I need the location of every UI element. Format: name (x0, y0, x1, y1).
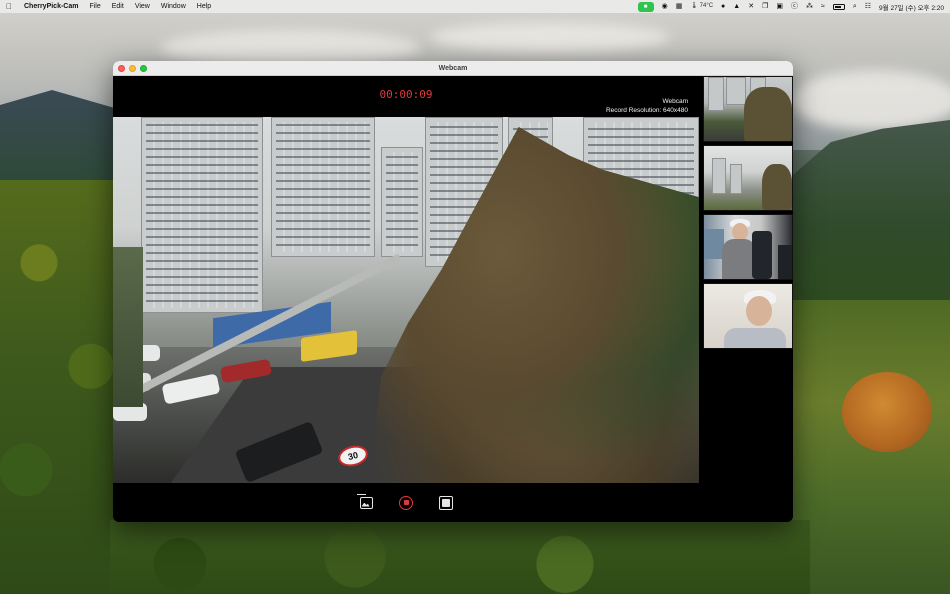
apple-menu-icon[interactable]:  (6, 2, 15, 11)
temperature-readout[interactable]: 🌡 74°C (690, 2, 713, 11)
thumb-building (712, 158, 726, 194)
cloud (790, 70, 950, 130)
title-bar[interactable]: Webcam (113, 61, 793, 76)
forest (110, 520, 810, 594)
webcam-window: Webcam 00:00:09 Webcam Record Resolution… (113, 61, 793, 522)
menu-help[interactable]: Help (197, 3, 211, 10)
grid-app-icon[interactable]: ▦ (676, 2, 683, 11)
thumb-tree (744, 87, 792, 141)
recording-timer: 00:00:09 (379, 88, 433, 101)
menu-window[interactable]: Window (161, 3, 186, 10)
close-button[interactable] (118, 65, 125, 72)
window-title: Webcam (438, 64, 468, 72)
vpn-icon[interactable]: ◉ (662, 2, 668, 11)
recording-controls (113, 483, 699, 522)
menu-edit[interactable]: Edit (112, 3, 124, 10)
status-area: ■ ◉ ▦ 🌡 74°C ● ▲ ✕ ❐ ▣ ⓒ ⁂ ≈ ⌕ ☷ 9월 27일 … (637, 1, 944, 12)
thermometer-icon: 🌡 (690, 3, 698, 9)
thumb-monitor (778, 245, 792, 279)
bluetooth-icon[interactable]: ⁂ (806, 2, 813, 11)
stop-icon (399, 495, 413, 510)
thumb-person-body (724, 328, 786, 348)
camera-in-use-icon[interactable]: ■ (637, 1, 654, 12)
snapshot-button[interactable] (356, 493, 375, 512)
menu-file[interactable]: File (89, 3, 100, 10)
input-source-icon[interactable]: ⓒ (791, 2, 798, 11)
zoom-button[interactable] (140, 65, 147, 72)
layout-toggle-button[interactable] (437, 494, 455, 512)
camera-thumbnail-desk[interactable] (703, 214, 793, 280)
record-resolution: Record Resolution: 640x480 (605, 107, 688, 114)
apartment-building (271, 117, 375, 257)
stop-recording-button[interactable] (397, 494, 415, 512)
camera-source-name: Webcam (662, 98, 688, 105)
control-center-icon[interactable]: ☷ (865, 2, 871, 11)
tree (113, 247, 143, 407)
wifi-icon[interactable]: ≈ (821, 2, 825, 11)
temperature-value: 74°C (699, 3, 714, 9)
square-layout-icon (439, 495, 453, 510)
thumb-building (708, 77, 724, 111)
camera-thumbnail-face[interactable] (703, 283, 793, 349)
thumb-person-head (746, 296, 772, 326)
window-stack-icon[interactable]: ❐ (762, 2, 768, 11)
stop-square (403, 500, 409, 505)
minimize-button[interactable] (129, 65, 136, 72)
square-fill (442, 498, 450, 507)
menu-app-name[interactable]: CherryPick-Cam (24, 3, 78, 10)
screen-icon[interactable]: ▣ (776, 2, 783, 11)
menu-view[interactable]: View (135, 3, 150, 10)
camera-thumbnail-street-wide[interactable] (703, 145, 793, 211)
search-icon[interactable]: ⌕ (853, 2, 857, 11)
menu-bar:  CherryPick-Cam File Edit View Window H… (0, 0, 950, 13)
main-camera-preview[interactable]: 30 (113, 117, 699, 483)
mute-icon[interactable]: ✕ (748, 2, 754, 11)
window-controls (118, 65, 147, 72)
apartment-building (381, 147, 423, 257)
cloud (430, 22, 670, 52)
upload-icon[interactable]: ▲ (733, 2, 740, 11)
autumn-tree (842, 372, 932, 452)
thumb-chair (752, 231, 772, 279)
thumb-building (726, 77, 746, 105)
thumb-person-body (722, 239, 756, 279)
thumb-tree (762, 164, 792, 210)
camera-thumbnail-street[interactable] (703, 76, 793, 142)
thumb-monitor (704, 229, 724, 259)
menu-clock[interactable]: 9월 27일 (수) 오후 2:20 (879, 2, 944, 12)
thumb-building (730, 164, 742, 194)
chat-icon[interactable]: ● (721, 2, 725, 11)
camera-info: Webcam Record Resolution: 640x480 (606, 97, 688, 115)
photo-icon (356, 493, 373, 509)
battery-icon[interactable] (832, 3, 845, 10)
apartment-building (141, 117, 263, 313)
